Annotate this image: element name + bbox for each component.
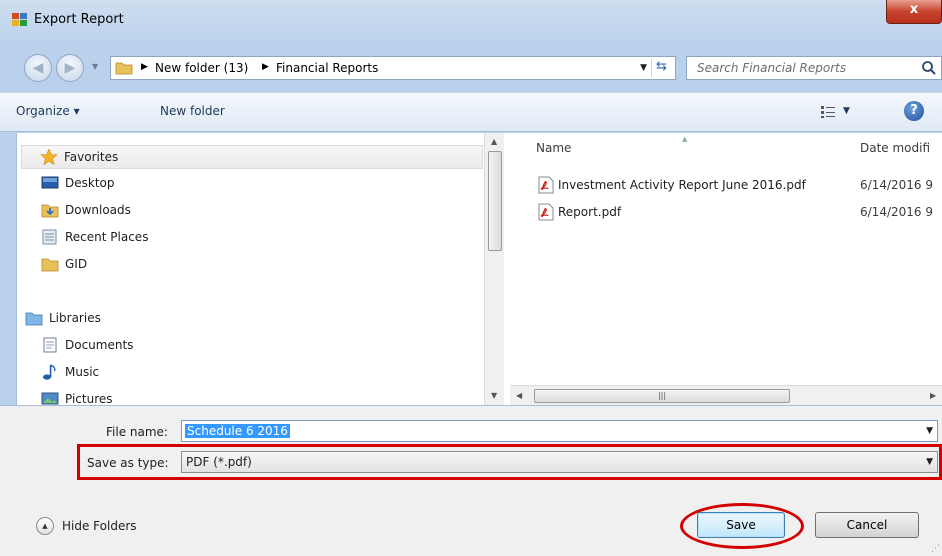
hide-folders-label: Hide Folders [62,519,137,533]
title-bar: Export Report x [0,0,942,40]
nav-item-gid[interactable]: GID [41,253,481,277]
app-window-icon [12,13,27,26]
libraries-icon [25,312,43,326]
close-button[interactable]: x [886,0,942,24]
nav-label: Downloads [65,203,131,217]
file-name: Investment Activity Report June 2016.pdf [558,178,806,192]
arrow-right-icon: ▶ [64,60,76,76]
breadcrumb-financial-reports[interactable]: Financial Reports [276,61,378,75]
pictures-icon [41,392,59,405]
address-bar[interactable]: ▶ New folder (13) ▶ Financial Reports ▼ … [110,56,676,80]
desktop-icon [41,176,59,189]
music-note-icon [43,364,56,380]
file-name-label: File name: [106,425,168,439]
nav-label: GID [65,257,88,271]
documents-icon [43,337,57,353]
sort-ascending-icon: ▲ [682,135,688,143]
organize-button[interactable]: Organize ▾ [16,104,80,118]
scrollbar-thumb[interactable]: ||| [534,389,790,403]
change-view-icon[interactable] [820,105,836,119]
file-list: Name ▲ Date modifi Investment Activity R… [510,133,942,385]
file-name: Report.pdf [558,205,622,219]
new-folder-button[interactable]: New folder [160,104,225,118]
folder-icon [41,258,59,272]
scroll-down-icon[interactable]: ▼ [491,391,497,400]
highlight-box-save-type [77,444,942,480]
breadcrumb-new-folder[interactable]: New folder (13) [155,61,248,75]
back-button[interactable]: ◀ [24,54,52,82]
star-icon [40,149,58,165]
nav-item-desktop[interactable]: Desktop [41,172,481,196]
nav-item-downloads[interactable]: Downloads [41,199,481,223]
breadcrumb-separator-icon: ▶ [141,62,148,72]
nav-item-music[interactable]: Music [41,361,481,385]
help-icon[interactable]: ? [904,101,924,121]
column-header-name[interactable]: Name [536,141,571,155]
cancel-button[interactable]: Cancel [815,512,919,538]
pdf-file-icon [538,203,554,221]
nav-label: Music [65,365,100,379]
file-date: 6/14/2016 9 [860,178,933,192]
search-icon[interactable] [921,60,937,76]
address-dropdown-icon[interactable]: ▼ [640,63,647,73]
command-toolbar: Organize ▾ New folder ▼ ? [0,92,942,132]
scrollbar-thumb[interactable] [488,151,502,251]
chevron-down-icon[interactable]: ▼ [926,426,933,436]
navigation-pane: Favorites Desktop Downloads Recent Place… [16,133,484,405]
nav-label: Desktop [65,176,115,190]
nav-label: Libraries [49,311,101,325]
nav-label: Pictures [65,392,113,405]
nav-label: Documents [65,338,134,352]
nav-item-pictures[interactable]: Pictures [41,388,481,405]
arrow-left-icon: ◀ [32,60,44,76]
chevron-up-icon: ▲ [36,517,54,535]
window-title: Export Report [34,12,124,27]
file-name-value: Schedule 6 2016 [185,424,290,438]
address-row: ◀ ▶ ▼ ▶ New folder (13) ▶ Financial Repo… [0,40,942,92]
nav-libraries-header[interactable]: Libraries [25,307,481,331]
scroll-right-icon[interactable]: ▶ [930,391,936,400]
forward-button[interactable]: ▶ [56,54,84,82]
file-list-horizontal-scrollbar[interactable]: ◀ ||| ▶ [510,385,942,405]
search-box[interactable] [686,56,942,80]
file-date: 6/14/2016 9 [860,205,933,219]
breadcrumb-separator-icon: ▶ [262,62,269,72]
pdf-file-icon [538,176,554,194]
refresh-icon[interactable]: ⇆ [651,59,671,77]
file-row[interactable]: Report.pdf 6/14/2016 9 [538,200,942,224]
recent-pages-dropdown-icon[interactable]: ▼ [92,62,98,71]
nav-favorites-header[interactable]: Favorites [21,145,483,169]
highlight-circle-save [680,503,804,549]
nav-label: Favorites [64,150,119,164]
scroll-up-icon[interactable]: ▲ [491,137,497,146]
recent-places-icon [42,229,57,245]
file-row[interactable]: Investment Activity Report June 2016.pdf… [538,173,942,197]
nav-item-recent-places[interactable]: Recent Places [41,226,481,250]
downloads-folder-icon [41,204,59,218]
file-name-field[interactable]: Schedule 6 2016 ▼ [181,420,938,442]
resize-grip-icon[interactable]: ⋰ [931,544,940,554]
search-input[interactable] [697,60,907,76]
navigation-scrollbar[interactable]: ▲ ▼ [484,133,504,405]
column-header-date[interactable]: Date modifi [860,141,930,155]
scroll-left-icon[interactable]: ◀ [516,391,522,400]
nav-item-documents[interactable]: Documents [41,334,481,358]
folder-icon [115,62,133,75]
nav-label: Recent Places [65,230,149,244]
view-dropdown-icon[interactable]: ▼ [843,106,850,116]
